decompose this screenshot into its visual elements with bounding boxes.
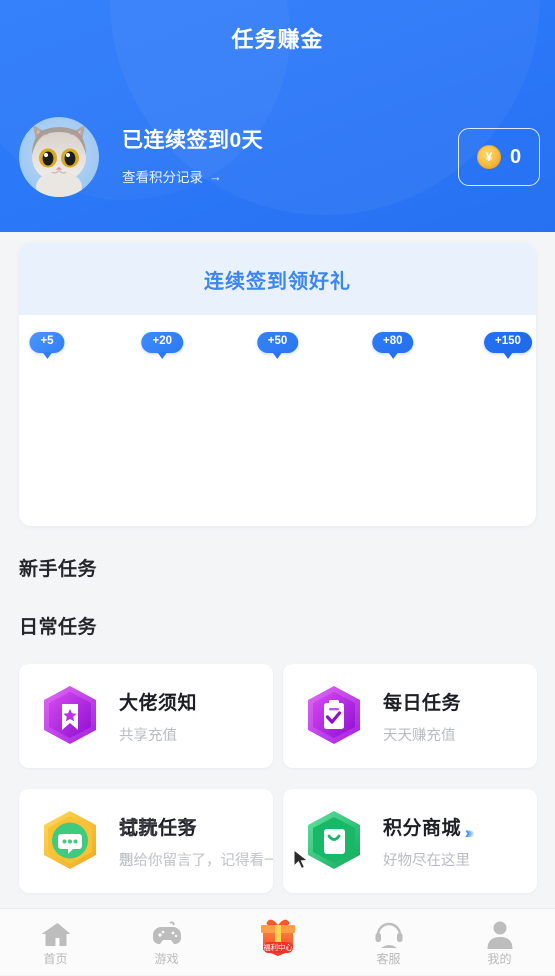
milestone-bonus: +5 (29, 332, 65, 353)
svg-text:福利中心: 福利中心 (263, 943, 293, 952)
mouse-cursor-icon (293, 848, 309, 870)
avatar[interactable] (19, 117, 99, 197)
milestone-bubble: +80 (371, 332, 414, 359)
nav-item-label: 客服 (376, 952, 401, 966)
chevrons-icon: › › › (465, 822, 476, 842)
milestone-bubble-tail (272, 351, 283, 359)
milestone-bubble-tail (157, 351, 168, 359)
arrow-right-icon: → (209, 168, 222, 184)
milestone-bonus: +80 (371, 332, 414, 353)
nav-item-label: 首页 (43, 952, 68, 966)
nav-item-gift-box[interactable]: 福利中心福利中心 (222, 909, 333, 976)
signin-card-title: 连续签到领好礼 (204, 270, 351, 293)
task-card[interactable]: 每日任务 天天赚充值 (283, 664, 537, 768)
milestone-bonus: +20 (141, 332, 184, 353)
gift-box-icon: 福利中心 (255, 917, 301, 965)
task-card-title: 每日任务 (383, 692, 462, 714)
nav-item-label: 游戏 (154, 952, 179, 966)
page-header: 任务赚金 已连续签到0天 查看积分记录 → ¥ 0 (0, 0, 555, 232)
points-record-link[interactable]: 查看积分记录 → (122, 166, 263, 186)
coin-balance-badge[interactable]: ¥ 0 (458, 128, 540, 186)
milestone-bonus: +50 (256, 332, 299, 353)
task-card-subtitle: 好物尽在这里 (383, 852, 470, 869)
milestone-bubble: +20 (141, 332, 184, 359)
task-card-text: 积分商城 › › › 好物尽在这里 (383, 813, 537, 870)
hex-clipboard-check-icon (300, 682, 368, 750)
task-card[interactable]: 试玩任务 别给你留言了，记得看一下 打扰一下 想给你留言了，记得看一下 (19, 789, 273, 893)
chevron-3-icon: › (469, 822, 476, 842)
nav-item-home[interactable]: 首页 (0, 909, 111, 976)
nav-item-gamepad[interactable]: 游戏 (111, 909, 222, 976)
milestone-bubble: +50 (256, 332, 299, 359)
gamepad-icon (150, 917, 184, 951)
page-title: 任务赚金 (231, 27, 324, 52)
signin-days-text: 已连续签到0天 (122, 129, 264, 152)
home-icon (39, 917, 73, 951)
task-card-title-label: 积分商城 (383, 817, 462, 839)
task-card-text: 大佬须知 共享充值 (119, 688, 273, 745)
user-info: 已连续签到0天 查看积分记录 → (122, 124, 263, 186)
task-card-subtitle: 别给你留言了，记得看一下 (119, 852, 273, 869)
task-card-title: 积分商城 › › › (383, 813, 537, 842)
nav-item-headset[interactable]: 客服 (333, 909, 444, 976)
points-record-label: 查看积分记录 (122, 170, 203, 185)
task-card[interactable]: 大佬须知 共享充值 (19, 664, 273, 768)
nav-item-label: 我的 (487, 952, 512, 966)
task-card-text: 试玩任务 别给你留言了，记得看一下 打扰一下 想给你留言了，记得看一下 (119, 813, 273, 870)
coin-count: 0 (509, 145, 522, 168)
milestone-bubble: +150 (484, 332, 532, 359)
headset-icon (372, 917, 406, 951)
signin-card-header: 连续签到领好礼 (19, 243, 536, 315)
milestone-bubbles: +5 +20 +50 +80 +150 (19, 332, 536, 384)
bottom-navigation: 首页 游戏 福利中心福利中心客服 我的 (0, 908, 555, 975)
milestone-bubble-tail (387, 351, 398, 359)
task-card-subtitle: 天天赚充值 (383, 727, 456, 744)
section-title-daily: 日常任务 (19, 617, 98, 638)
hex-chat-bubble-icon (36, 807, 104, 875)
cat-avatar-icon (32, 125, 86, 197)
milestone-bubble-tail (42, 351, 52, 359)
task-card[interactable]: 积分商城 › › › 好物尽在这里 (283, 789, 537, 893)
yen-coin-icon: ¥ (476, 145, 501, 169)
milestone-bonus: +150 (484, 332, 532, 353)
task-card-subtitle: 共享充值 (119, 727, 177, 744)
nav-item-person[interactable]: 我的 (444, 909, 555, 976)
task-card-title: 大佬须知 (119, 692, 198, 714)
person-icon (483, 917, 517, 951)
task-card-text: 每日任务 天天赚充值 (383, 688, 537, 745)
hex-bookmark-star-icon (36, 682, 104, 750)
task-card-title: 试玩任务 (119, 817, 198, 839)
signin-card: 连续签到领好礼 +5+20+50+80+150 1天3天7天15天28天 立即签… (19, 243, 536, 526)
milestone-bubble-tail (503, 351, 513, 359)
milestone-bubble: +5 (29, 332, 65, 359)
section-title-novice: 新手任务 (19, 559, 98, 580)
